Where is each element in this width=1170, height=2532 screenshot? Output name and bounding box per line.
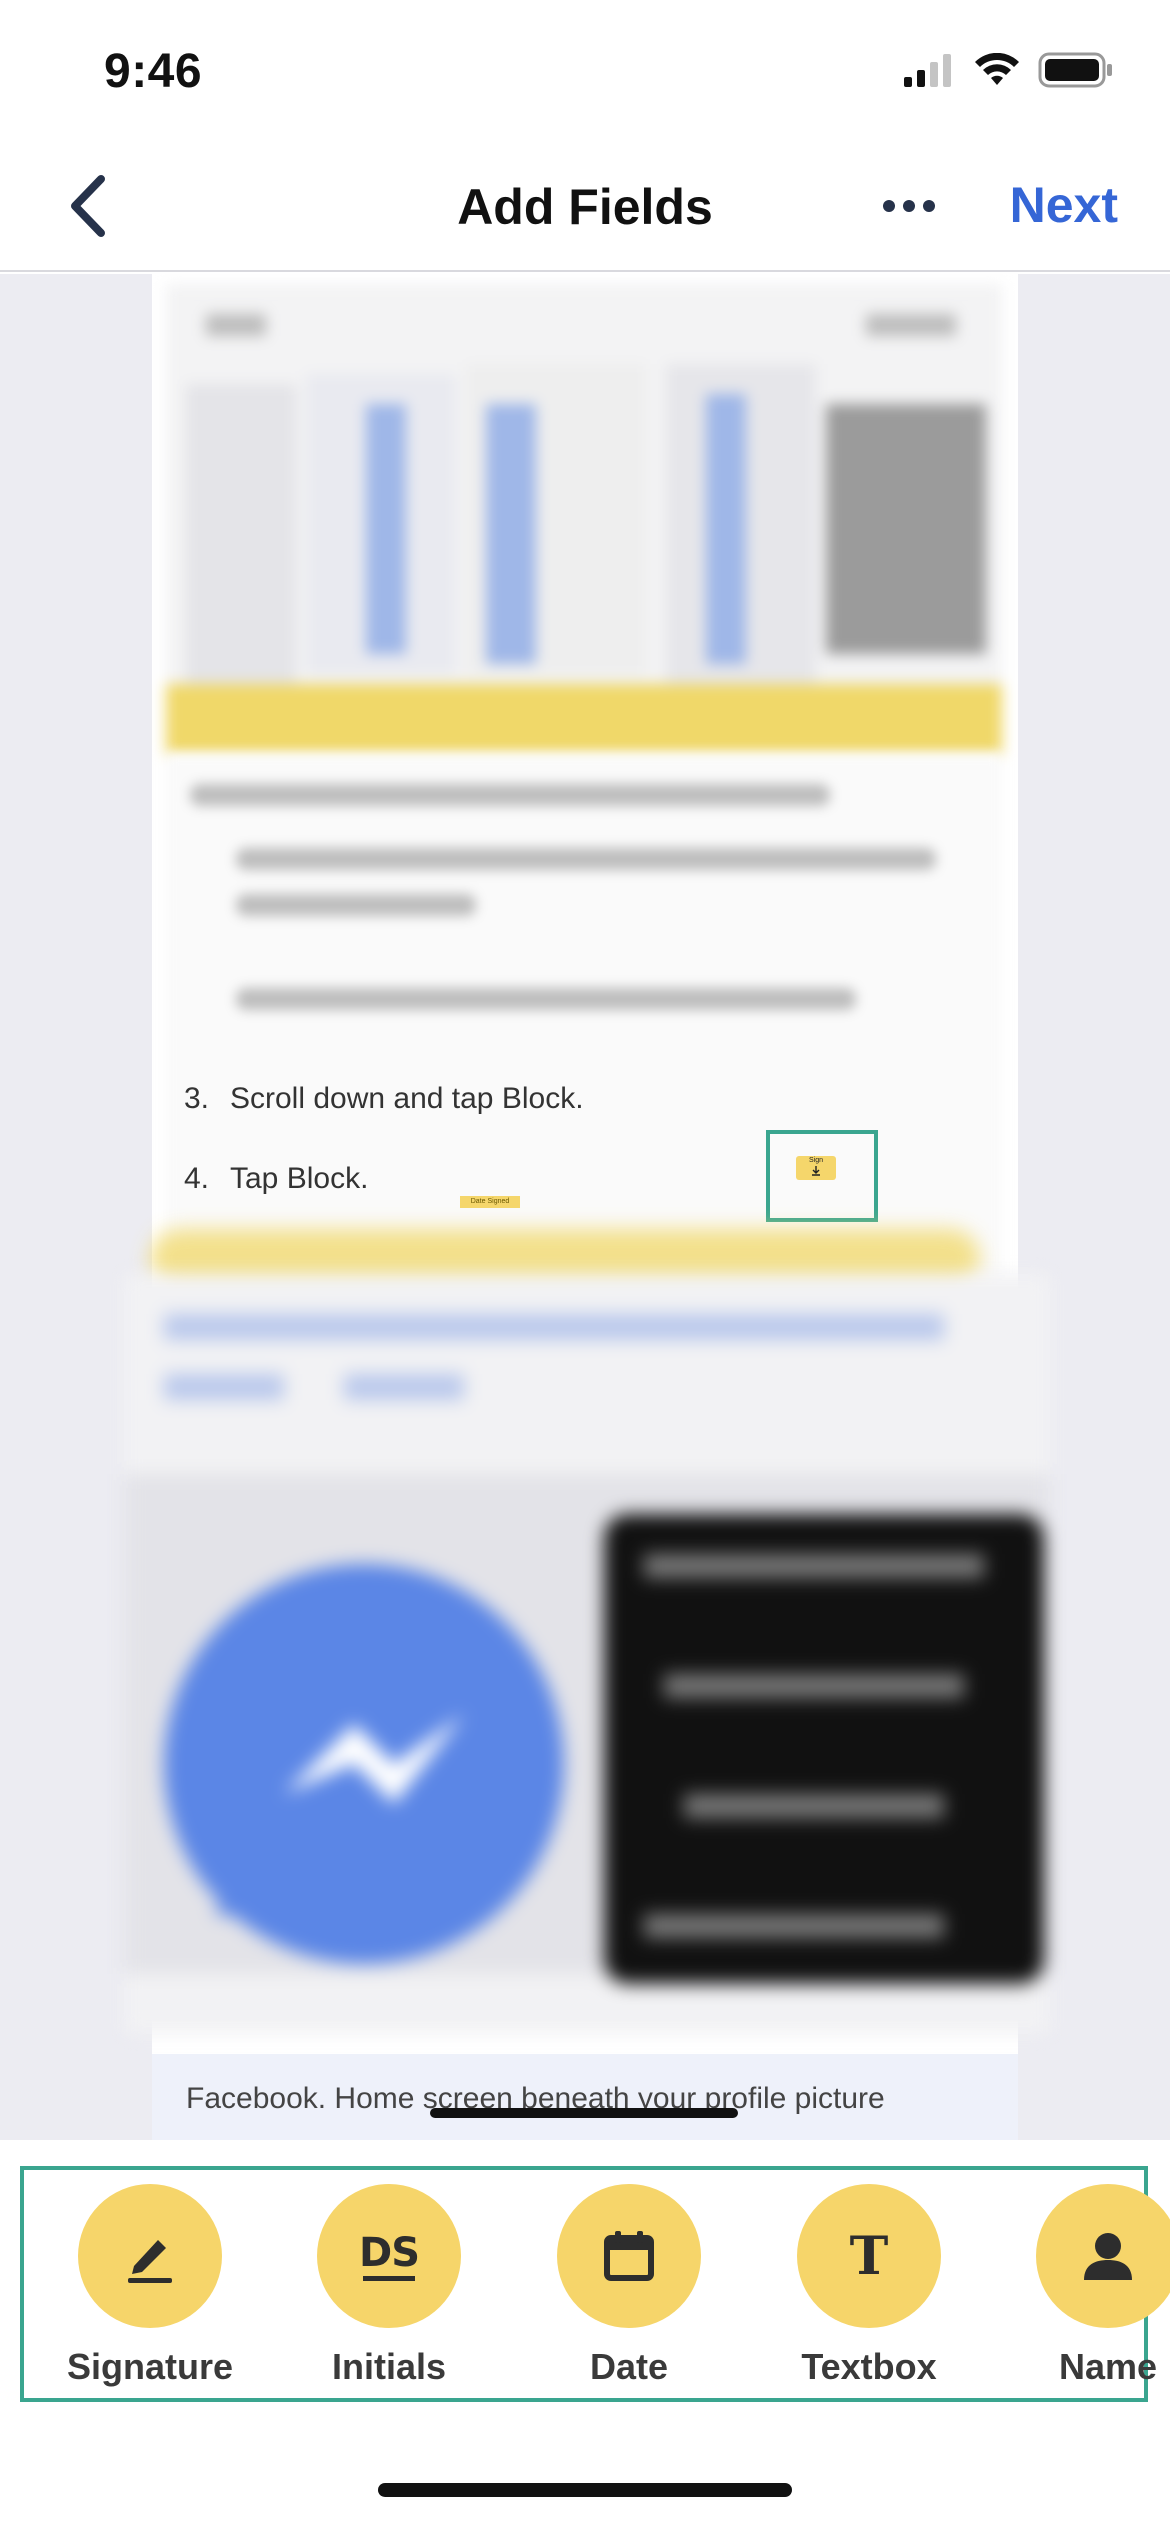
sign-tag-label: Sign <box>808 1157 823 1164</box>
signature-tool-circle[interactable] <box>78 2184 222 2328</box>
calendar-icon <box>604 2231 654 2281</box>
initials-icon: DS <box>358 2229 420 2281</box>
person-icon <box>1084 2233 1132 2280</box>
status-bar: 9:46 <box>0 0 1170 140</box>
initials-tool-button[interactable]: DS Initials <box>279 2184 499 2388</box>
blurred-screenshot-image <box>166 284 1002 754</box>
date-tool-label: Date <box>589 2346 669 2387</box>
status-icons <box>904 52 1114 88</box>
more-options-button[interactable] <box>878 180 940 232</box>
text-icon: T <box>849 2225 889 2287</box>
step-number: 4. <box>184 1162 210 1195</box>
step-text: Scroll down and tap Block. <box>230 1082 584 1115</box>
step-item-3: 3. Scroll down and tap Block. <box>184 1082 584 1116</box>
sign-tag[interactable]: Sign <box>796 1156 836 1180</box>
date-tool-button[interactable]: Date <box>519 2184 739 2388</box>
wifi-icon <box>975 53 1019 85</box>
initials-tool-circle[interactable]: DS <box>317 2184 461 2328</box>
cellular-signal-icon <box>904 54 951 87</box>
battery-icon <box>1038 52 1112 88</box>
download-arrow-icon <box>812 1166 820 1176</box>
nav-bar: Add Fields Next <box>0 140 1170 272</box>
textbox-tool-label: Textbox <box>801 2346 937 2387</box>
field-toolbar: Signature DS Initials Date T Textbox Nam… <box>0 2140 1170 2532</box>
home-indicator <box>378 2483 792 2497</box>
signature-field-selected[interactable]: Sign <box>766 1130 878 1222</box>
blurred-messenger-image <box>124 1274 1050 2034</box>
initials-tool-label: Initials <box>331 2346 447 2387</box>
document-canvas[interactable]: 3. Scroll down and tap Block. 4. Tap Block… <box>0 274 1170 2140</box>
name-tool-label: Name <box>1058 2346 1158 2387</box>
signature-tool-button[interactable]: Signature <box>40 2184 260 2388</box>
textbox-tool-circle[interactable]: T <box>797 2184 941 2328</box>
step-item-4: 4. Tap Block. <box>184 1162 368 1196</box>
step-text: Tap Block. <box>230 1162 369 1195</box>
next-button[interactable]: Next <box>1010 176 1118 234</box>
textbox-tool-button[interactable]: T Textbox <box>759 2184 979 2388</box>
name-tool-circle[interactable] <box>1036 2184 1170 2328</box>
more-icon <box>883 200 935 212</box>
status-time: 9:46 <box>104 45 203 98</box>
pen-icon <box>128 2240 172 2283</box>
date-signed-field[interactable]: Date Signed <box>460 1196 520 1208</box>
initials-icon-glyph: DS <box>358 2229 420 2276</box>
scroll-indicator <box>430 2108 738 2118</box>
signature-tool-label: Signature <box>66 2346 234 2387</box>
step-number: 3. <box>184 1082 210 1115</box>
date-tool-circle[interactable] <box>557 2184 701 2328</box>
page-title: Add Fields <box>457 179 713 235</box>
name-tool-button[interactable]: Name <box>998 2184 1170 2388</box>
